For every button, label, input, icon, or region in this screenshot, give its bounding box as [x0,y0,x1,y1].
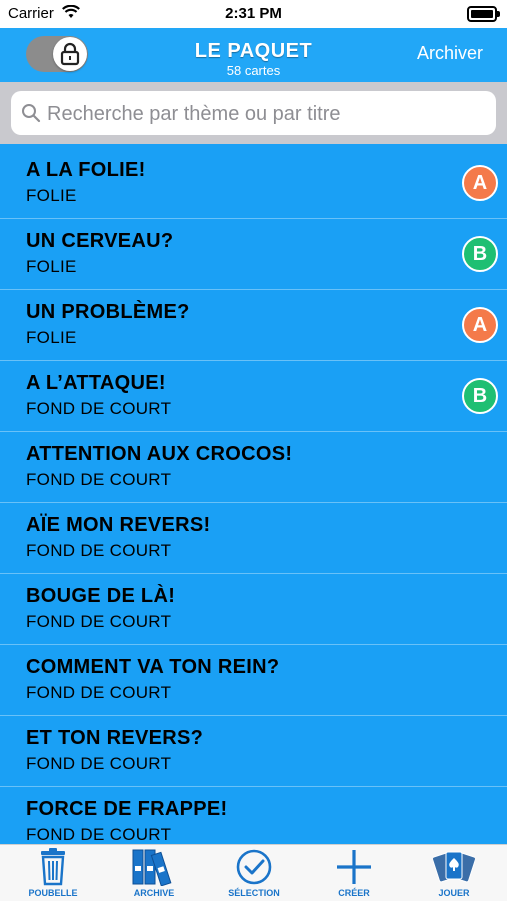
card-title: UN PROBLÈME? [26,301,190,323]
search-icon [21,103,41,128]
cards-icon [433,851,475,883]
card-theme: FOND DE COURT [26,470,172,489]
tab-label: ARCHIVE [133,888,175,898]
archive-icon [132,849,172,886]
card-theme: FOND DE COURT [26,612,172,631]
card-theme: FOLIE [26,186,77,205]
level-badge: A [462,307,498,343]
card-row[interactable]: UN CERVEAU? FOLIE B [0,219,507,290]
card-count: 58 cartes [226,63,281,78]
card-list[interactable]: A LA FOLIE! FOLIE A UN CERVEAU? FOLIE B … [0,148,507,844]
tab-label: CRÉER [338,888,370,898]
card-row[interactable]: COMMENT VA TON REIN? FOND DE COURT [0,645,507,716]
card-title: ATTENTION AUX CROCOS! [26,443,293,465]
tab-play[interactable]: JOUER [414,845,494,901]
status-bar: Carrier 2:31 PM [0,0,507,28]
search-bar [0,82,507,144]
tab-label: SÉLECTION [228,888,280,898]
search-field [11,91,496,137]
trash-icon [41,848,65,886]
card-theme: FOLIE [26,257,77,276]
navigation-bar: LE PAQUET 58 cartes Archiver [0,28,507,82]
card-title: ET TON REVERS? [26,727,204,749]
level-badge: B [462,236,498,272]
tab-create[interactable]: CRÉER [314,845,394,901]
card-row[interactable]: AÏE MON REVERS! FOND DE COURT [0,503,507,574]
card-row[interactable]: ATTENTION AUX CROCOS! FOND DE COURT [0,432,507,503]
card-title: FORCE DE FRAPPE! [26,798,228,820]
clock: 2:31 PM [225,5,282,22]
level-badge: A [462,165,498,201]
card-theme: FOND DE COURT [26,399,172,418]
card-title: COMMENT VA TON REIN? [26,656,280,678]
card-row[interactable]: A L’ATTAQUE! FOND DE COURT B [0,361,507,432]
tab-label: POUBELLE [28,888,78,898]
tab-archive[interactable]: ARCHIVE [114,845,194,901]
card-title: AÏE MON REVERS! [26,514,211,536]
card-theme: FOND DE COURT [26,683,172,702]
card-row[interactable]: A LA FOLIE! FOLIE A [0,148,507,219]
level-badge: B [462,378,498,414]
card-theme: FOND DE COURT [26,825,172,844]
card-row[interactable]: BOUGE DE LÀ! FOND DE COURT [0,574,507,645]
tab-label: JOUER [438,888,470,898]
search-input[interactable] [45,91,489,137]
card-title: UN CERVEAU? [26,230,174,252]
tab-selection[interactable]: SÉLECTION [214,845,294,901]
card-title: BOUGE DE LÀ! [26,585,176,607]
card-theme: FOLIE [26,328,77,347]
card-theme: FOND DE COURT [26,541,172,560]
battery-icon [467,6,500,22]
tab-trash[interactable]: POUBELLE [13,845,93,901]
card-row[interactable]: UN PROBLÈME? FOLIE A [0,290,507,361]
card-row[interactable]: FORCE DE FRAPPE! FOND DE COURT [0,787,507,844]
archive-button[interactable]: Archiver [417,43,483,64]
plus-icon [337,850,371,884]
card-theme: FOND DE COURT [26,754,172,773]
card-row[interactable]: ET TON REVERS? FOND DE COURT [0,716,507,787]
check-circle-icon [236,849,272,885]
card-title: A L’ATTAQUE! [26,372,166,394]
card-title: A LA FOLIE! [26,159,146,181]
tab-bar: POUBELLE ARCHIVE SÉLECTION CRÉER JOUER [0,844,507,901]
